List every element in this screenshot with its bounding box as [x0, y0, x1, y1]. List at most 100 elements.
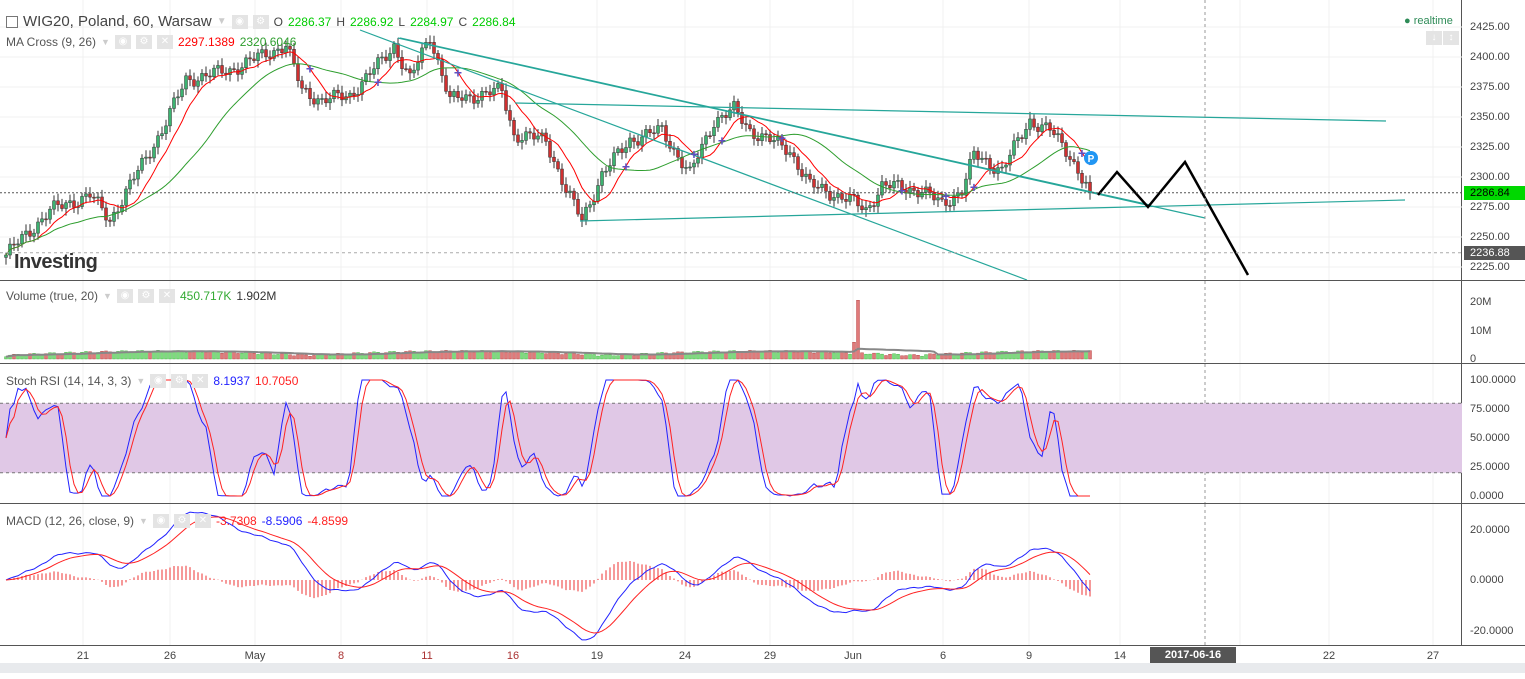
gear-icon[interactable]: ⚙ — [137, 289, 154, 303]
main-price-pane[interactable]: P + + + + + + + + + + + WIG20, Poland, 60, Warsaw ▼… — [0, 0, 1525, 281]
candle-body — [476, 100, 480, 104]
volume-bar — [40, 354, 44, 360]
candle-body — [32, 232, 36, 237]
chevron-down-icon[interactable]: ▼ — [103, 291, 112, 301]
ma-cross-marker-icon: + — [718, 132, 726, 148]
volume-bar — [1064, 352, 1068, 360]
candle-body — [260, 49, 264, 54]
ma-cross-label[interactable]: MA Cross (9, 26) — [6, 35, 96, 49]
time-tick: 16 — [506, 650, 520, 662]
volume-bar — [588, 353, 592, 360]
time-tick: 22 — [1322, 650, 1336, 662]
time-tick: 14 — [1113, 650, 1127, 662]
candle-body — [416, 62, 420, 71]
volume-bar — [208, 350, 212, 360]
macd-pane[interactable]: MACD (12, 26, close, 9) ▼ ◉ ⚙ ✕ -3.7308 -8.5… — [0, 504, 1525, 646]
volume-bar — [288, 354, 292, 360]
bottom-toolbar[interactable] — [0, 663, 1525, 673]
volume-bar — [568, 352, 572, 360]
scale-down-icon[interactable]: ↓ — [1426, 31, 1442, 45]
candle-body — [808, 173, 812, 180]
volume-bar — [148, 352, 152, 360]
close-icon[interactable]: ✕ — [158, 289, 175, 303]
chevron-down-icon[interactable]: ▼ — [217, 16, 227, 27]
volume-bar — [908, 354, 912, 360]
stoch-tick: 0.0000 — [1470, 490, 1504, 502]
volume-bar — [808, 351, 812, 360]
candle-body — [756, 138, 760, 142]
volume-bar — [872, 352, 876, 360]
gear-icon[interactable]: ⚙ — [252, 14, 269, 29]
volume-bar — [312, 355, 316, 360]
gear-icon[interactable]: ⚙ — [173, 514, 190, 528]
volume-bar — [472, 351, 476, 360]
volume-pane[interactable]: Volume (true, 20) ▼ ◉ ⚙ ✕ 450.717K 1.902M 20… — [0, 281, 1525, 365]
candle-body — [340, 92, 344, 101]
candle-body — [216, 65, 220, 69]
volume-bar — [896, 354, 900, 360]
ma-cross-legend: MA Cross (9, 26) ▼ ◉ ⚙ ✕ 2297.1389 2320.60… — [6, 35, 296, 49]
candle-body — [968, 159, 972, 180]
close-icon[interactable]: ✕ — [192, 374, 209, 388]
volume-bar — [164, 351, 168, 360]
volume-bar — [256, 354, 260, 360]
price-tick: 2325.00 — [1470, 141, 1510, 153]
volume-bar — [900, 355, 904, 360]
scale-both-icon[interactable]: ↕ — [1443, 31, 1459, 45]
time-tick: 9 — [1025, 650, 1033, 662]
ma-cross-marker-icon: + — [898, 182, 906, 198]
volume-bar — [740, 352, 744, 360]
candle-body — [4, 254, 8, 258]
macd-label[interactable]: MACD (12, 26, close, 9) — [6, 514, 134, 528]
close-icon[interactable]: ✕ — [194, 514, 211, 528]
macd-value: -8.5906 — [261, 514, 303, 528]
candle-body — [616, 148, 620, 153]
chevron-down-icon[interactable]: ▼ — [136, 376, 145, 386]
eye-icon[interactable]: ◉ — [152, 514, 169, 528]
candle-body — [40, 218, 44, 223]
candle-body — [652, 132, 656, 135]
gear-icon[interactable]: ⚙ — [135, 35, 152, 49]
eye-icon[interactable]: ◉ — [116, 289, 133, 303]
volume-bar — [200, 352, 204, 360]
candle-body — [644, 129, 648, 138]
volume-bar — [252, 353, 256, 360]
candle-body — [28, 230, 32, 237]
volume-bar — [488, 352, 492, 360]
symbol-title[interactable]: WIG20, Poland, 60, Warsaw — [23, 13, 212, 30]
gear-icon[interactable]: ⚙ — [171, 374, 188, 388]
candle-body — [1044, 122, 1048, 126]
stoch-label[interactable]: Stoch RSI (14, 14, 3, 3) — [6, 374, 131, 388]
price-axis[interactable]: 2425.00 2400.00 2375.00 2350.00 2325.00 2300.… — [1464, 0, 1525, 280]
candle-body — [532, 132, 536, 140]
collapse-icon[interactable] — [6, 15, 18, 28]
chevron-down-icon[interactable]: ▼ — [139, 516, 148, 526]
volume-bar — [180, 351, 184, 360]
candle-body — [136, 170, 140, 180]
candle-body — [1020, 137, 1024, 139]
ma-fast-line — [5, 51, 1091, 256]
candle-body — [320, 98, 324, 100]
volume-bar — [212, 350, 216, 360]
candle-body — [1068, 156, 1072, 160]
candle-body — [748, 124, 752, 130]
eye-icon[interactable]: ◉ — [150, 374, 167, 388]
candle-body — [484, 91, 488, 93]
candle-body — [212, 67, 216, 78]
candle-body — [348, 92, 352, 97]
eye-icon[interactable]: ◉ — [114, 35, 131, 49]
candle-body — [184, 75, 188, 90]
chevron-down-icon[interactable]: ▼ — [101, 37, 110, 47]
close-icon[interactable]: ✕ — [156, 35, 173, 49]
price-plot[interactable]: P + + + + + + + + + + + WIG20, Poland, 60, Warsaw ▼… — [0, 0, 1462, 280]
candle-body — [556, 161, 560, 170]
candle-body — [868, 205, 872, 208]
candle-body — [196, 80, 200, 87]
eye-icon[interactable]: ◉ — [231, 14, 248, 29]
volume-bar — [504, 351, 508, 360]
candle-body — [352, 92, 356, 97]
volume-label[interactable]: Volume (true, 20) — [6, 289, 98, 303]
candle-body — [628, 137, 632, 148]
candle-body — [444, 75, 448, 92]
stoch-rsi-pane[interactable]: Stoch RSI (14, 14, 3, 3) ▼ ◉ ⚙ ✕ 8.1937 10.7… — [0, 364, 1525, 504]
